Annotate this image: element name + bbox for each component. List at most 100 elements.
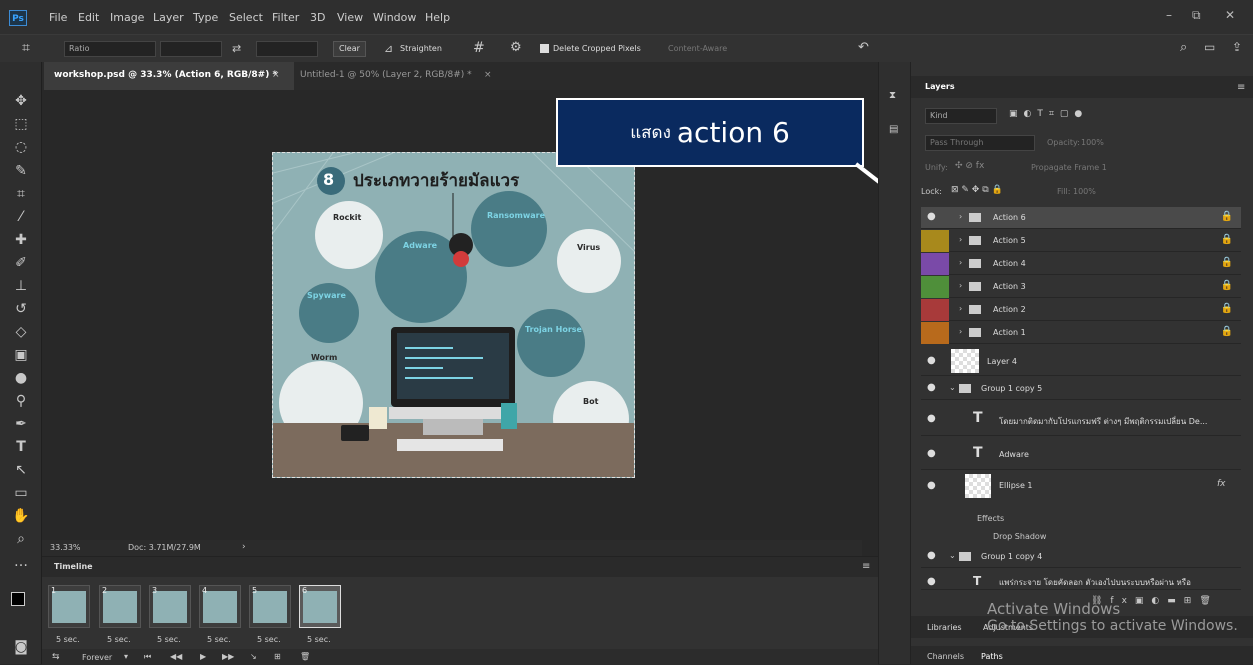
crop-tool-icon[interactable]: ⌗ [12,185,30,203]
menu-3d[interactable]: 3D [310,11,325,24]
layer-row-action-4[interactable]: › Action 4 🔒 [921,253,1241,275]
timeline-frame[interactable]: 4 [199,585,241,628]
play-icon[interactable]: ▶ [200,652,206,661]
healing-brush-icon[interactable]: ✚ [12,231,30,249]
layer-row-adware[interactable]: ● T Adware [921,438,1241,470]
fx-icon[interactable]: fx [1217,479,1226,489]
menu-window[interactable]: Window [373,11,416,24]
frame-delay[interactable]: 5 sec. [207,635,231,644]
lock-icons[interactable]: ⊠ ✎ ✥ ⧉ 🔒 [951,185,1003,195]
grid-overlay-icon[interactable]: # [473,40,485,56]
frame-delay[interactable]: 5 sec. [107,635,131,644]
first-frame-icon[interactable]: ⏮ [144,652,151,662]
tween-icon[interactable]: ↘ [250,652,257,661]
expand-chevron-icon[interactable]: › [959,304,962,313]
panel-menu-icon[interactable]: ≡ [862,561,870,572]
ratio-select[interactable]: Ratio [64,41,156,57]
timeline-frame[interactable]: 3 [149,585,191,628]
layers-tab[interactable]: Layers [925,82,955,91]
marquee-tool-icon[interactable]: ⬚ [12,115,30,133]
collapse-chevron-icon[interactable]: ⌄ [949,383,956,392]
expand-chevron-icon[interactable]: › [959,235,962,244]
expand-chevron-icon[interactable]: › [959,281,962,290]
layer-row-action-1[interactable]: › Action 1 🔒 [921,322,1241,344]
libraries-tab[interactable]: Libraries [927,623,962,632]
delete-cropped-checkbox[interactable] [540,44,549,53]
search-icon[interactable]: ⌕ [1180,40,1187,55]
delete-frame-icon[interactable]: 🗑 [300,652,310,661]
layer-row-text[interactable]: ● T โดยมากติดมากับโปรแกรมฟรี ต่างๆ มีพฤต… [921,402,1241,436]
menu-file[interactable]: File [49,11,67,24]
layer-row-group-4[interactable]: ● ⌄ Group 1 copy 4 [921,546,1241,568]
eye-icon[interactable]: ● [927,449,939,459]
menu-view[interactable]: View [337,11,363,24]
layer-row-action-5[interactable]: › Action 5 🔒 [921,230,1241,252]
new-frame-icon[interactable]: ⊞ [274,652,281,661]
close-icon[interactable]: ✕ [1225,8,1235,22]
eraser-icon[interactable]: ◇ [12,323,30,341]
close-tab-icon[interactable]: × [484,70,492,80]
more-tools-icon[interactable]: … [12,553,30,571]
expand-chevron-icon[interactable]: › [959,258,962,267]
unify-icons[interactable]: ✣ ⊘ fx [955,161,984,171]
paths-tab[interactable]: Paths [981,652,1003,661]
tab-workshop[interactable]: workshop.psd @ 33.3% (Action 6, RGB/8#) … [54,70,277,80]
propagate-frame-label[interactable]: Propagate Frame 1 [1031,163,1107,172]
layer-row-layer-4[interactable]: ● Layer 4 [921,346,1241,376]
menu-layer[interactable]: Layer [153,11,184,24]
fill-value[interactable]: 100% [1073,187,1096,196]
rectangle-tool-icon[interactable]: ▭ [12,484,30,502]
layer-row-action-2[interactable]: › Action 2 🔒 [921,299,1241,321]
restore-icon[interactable]: ⧉ [1192,8,1201,23]
type-tool-icon[interactable]: T [12,438,30,456]
layer-row-action-3[interactable]: › Action 3 🔒 [921,276,1241,298]
straighten-label[interactable]: Straighten [400,44,442,53]
effects-label[interactable]: Effects [977,514,1004,523]
frame-delay[interactable]: 5 sec. [307,635,331,644]
document-artwork[interactable]: 8 ประเภทวายร้ายมัลแวร Rockit Adware Rans… [272,152,635,478]
gradient-icon[interactable]: ▣ [12,346,30,364]
quick-mask-icon[interactable]: ◙ [12,638,30,656]
panel-menu-icon[interactable]: ≡ [1237,82,1245,93]
lasso-tool-icon[interactable]: ◌ [12,138,30,156]
blur-tool-icon[interactable]: ● [12,369,30,387]
expand-chevron-icon[interactable]: › [959,327,962,336]
eye-icon[interactable]: ● [927,383,939,393]
dodge-tool-icon[interactable]: ⚲ [12,392,30,410]
convert-timeline-icon[interactable]: ⇆ [52,652,60,662]
pen-tool-icon[interactable]: ✒ [12,415,30,433]
path-select-icon[interactable]: ↖ [12,461,30,479]
kind-filter-select[interactable]: Kind [925,108,997,124]
zoom-level[interactable]: 33.33% [50,543,81,552]
minimize-icon[interactable]: – [1166,8,1172,22]
eye-icon[interactable]: ● [927,356,939,366]
dropdown-icon[interactable]: ▾ [124,652,128,661]
properties-panel-icon[interactable]: ▤ [889,124,898,135]
menu-filter[interactable]: Filter [272,11,299,24]
drop-shadow-label[interactable]: Drop Shadow [993,532,1046,541]
timeline-frame[interactable]: 5 [249,585,291,628]
eyedropper-icon[interactable]: ⁄ [12,208,30,226]
move-tool-icon[interactable]: ✥ [12,92,30,110]
foreground-color-swatch[interactable] [11,592,25,606]
filter-icons[interactable]: ▣◐T⌗▢● [1009,109,1088,119]
close-tab-icon[interactable]: × [272,70,280,80]
zoom-tool-icon[interactable]: ⌕ [12,530,30,548]
hand-tool-icon[interactable]: ✋ [12,507,30,525]
menu-select[interactable]: Select [229,11,263,24]
ratio-width-input[interactable] [160,41,222,57]
swap-icon[interactable]: ⇄ [232,42,241,55]
straighten-icon[interactable]: ⊿ [384,42,393,55]
opacity-value[interactable]: 100% [1081,138,1104,147]
clone-stamp-icon[interactable]: ⊥ [12,277,30,295]
clear-button[interactable]: Clear [333,41,366,57]
menu-type[interactable]: Type [193,11,218,24]
timeline-frame[interactable]: 2 [99,585,141,628]
layer-row-group-5[interactable]: ● ⌄ Group 1 copy 5 [921,378,1241,400]
crop-tool-icon[interactable]: ⌗ [22,40,30,56]
collapse-chevron-icon[interactable]: ⌄ [949,551,956,560]
share-icon[interactable]: ⇪ [1232,40,1242,54]
tab-untitled[interactable]: Untitled-1 @ 50% (Layer 2, RGB/8#) * [300,70,472,80]
ratio-height-input[interactable] [256,41,318,57]
prev-frame-icon[interactable]: ◀◀ [170,652,182,661]
